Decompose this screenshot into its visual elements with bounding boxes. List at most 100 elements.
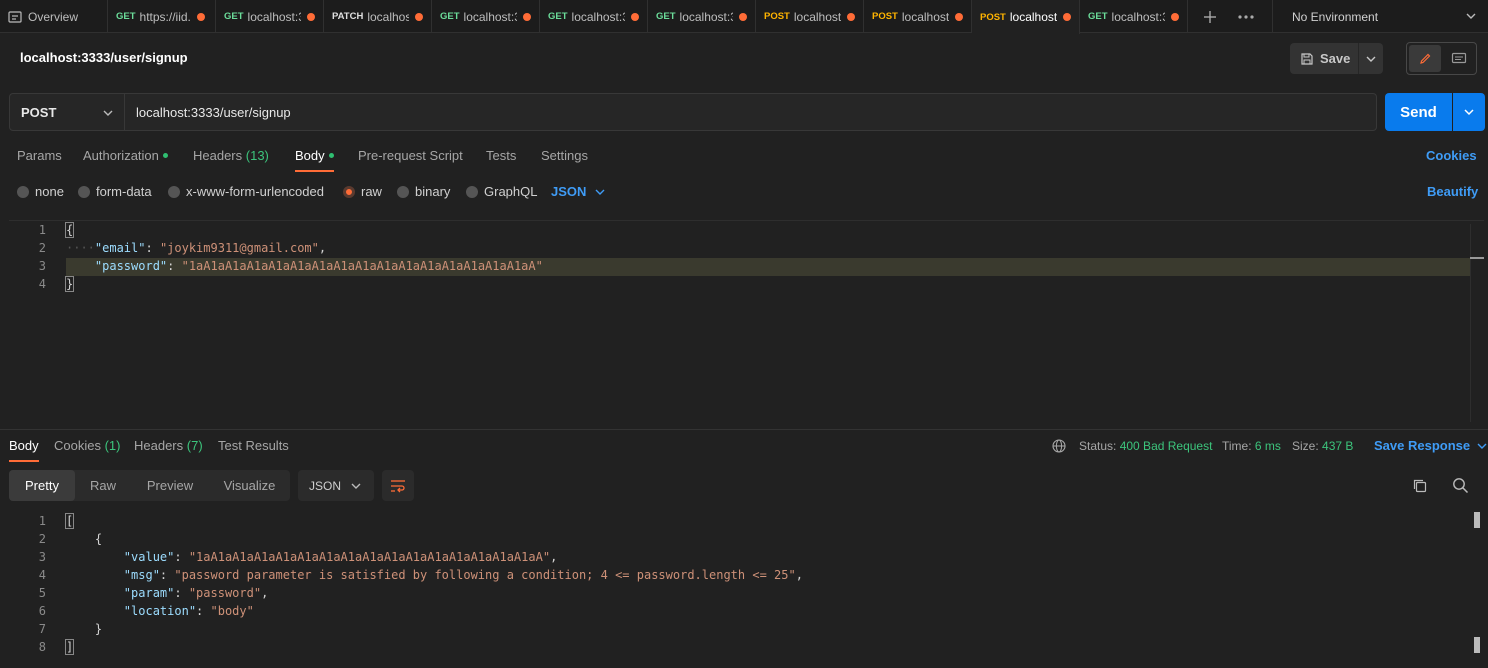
cookies-link[interactable]: Cookies — [1426, 148, 1477, 163]
radio-x-www-form-urlencoded[interactable]: x-www-form-urlencoded — [168, 184, 324, 199]
save-button[interactable]: Save — [1290, 43, 1358, 74]
json-key: "msg" — [123, 568, 160, 582]
radio-circle — [17, 185, 29, 198]
view-preview-button[interactable]: Preview — [131, 470, 209, 501]
radio-binary[interactable]: binary — [397, 184, 450, 199]
tab-request-active[interactable]: POST localhost — [972, 0, 1080, 34]
unsaved-dot-icon — [739, 12, 747, 21]
comments-mode-button[interactable] — [1444, 45, 1474, 72]
chevron-down-icon — [1366, 56, 1376, 62]
send-button[interactable]: Send — [1385, 93, 1452, 131]
wrap-lines-button[interactable] — [382, 470, 414, 501]
pane-splitter[interactable] — [0, 429, 1488, 430]
radio-form-data[interactable]: form-data — [78, 184, 152, 199]
tab-request[interactable]: GET https://iid. — [108, 0, 216, 33]
url-input[interactable] — [125, 93, 1377, 131]
active-tab-indicator — [295, 170, 334, 172]
method-selector[interactable]: POST — [9, 93, 125, 131]
tab-request[interactable]: POST localhost — [756, 0, 864, 33]
tab-tests[interactable]: Tests — [486, 148, 516, 163]
json-key: "value" — [123, 550, 175, 564]
save-response-label: Save Response — [1374, 438, 1471, 453]
radio-raw[interactable]: raw — [343, 184, 382, 199]
json-key: "password" — [94, 259, 168, 273]
search-icon[interactable] — [1452, 477, 1469, 494]
tab-params[interactable]: Params — [17, 148, 62, 163]
response-format-selector[interactable]: JSON — [298, 470, 374, 501]
unsaved-dot-icon — [196, 12, 205, 21]
response-tab-test-results[interactable]: Test Results — [218, 438, 289, 453]
json-value: "password parameter is satisfied by foll… — [174, 568, 796, 582]
new-tab-plus-icon[interactable] — [1196, 0, 1224, 33]
code-brace: { — [64, 222, 75, 238]
tab-request[interactable]: PATCH localhos — [324, 0, 432, 33]
chevron-down-icon — [1466, 13, 1476, 19]
tab-request[interactable]: GET localhost:3 — [1080, 0, 1188, 33]
json-key: "location" — [123, 604, 197, 618]
tab-request[interactable]: POST localhost — [864, 0, 972, 33]
response-tab-body[interactable]: Body — [9, 438, 39, 453]
pencil-icon — [1420, 53, 1431, 64]
view-pretty-button[interactable]: Pretty — [9, 470, 75, 501]
tab-method: POST — [872, 11, 898, 22]
response-tab-cookies[interactable]: Cookies (1) — [54, 438, 120, 453]
headers-count: (7) — [186, 438, 203, 453]
tab-method: POST — [764, 11, 790, 22]
method-label: POST — [21, 104, 57, 120]
copy-icon[interactable] — [1412, 478, 1428, 494]
tab-request[interactable]: GET localhost:3 — [216, 0, 324, 33]
edit-mode-button[interactable] — [1409, 45, 1441, 72]
tab-body[interactable]: Body — [295, 148, 334, 163]
radio-label: none — [35, 184, 64, 199]
tab-request[interactable]: GET localhost:3 — [540, 0, 648, 33]
more-tabs-ellipsis-icon[interactable] — [1232, 0, 1260, 33]
save-options-button[interactable] — [1358, 43, 1383, 74]
line-number: 7 — [38, 622, 46, 636]
tab-request[interactable]: GET localhost:3 — [432, 0, 540, 33]
response-time[interactable]: Time: 6 ms — [1222, 439, 1281, 453]
radio-label: form-data — [96, 184, 152, 199]
response-scrollbar-thumb[interactable] — [1474, 637, 1480, 653]
response-size[interactable]: Size: 437 B — [1292, 439, 1353, 453]
code-line: } — [66, 622, 102, 636]
beautify-link[interactable]: Beautify — [1427, 184, 1478, 199]
request-title[interactable]: localhost:3333/user/signup — [20, 50, 188, 65]
unsaved-dot-icon — [415, 12, 423, 21]
response-scrollbar-thumb[interactable] — [1474, 512, 1480, 528]
send-options-button[interactable] — [1453, 93, 1485, 131]
format-label: JSON — [309, 478, 342, 493]
tab-label: Cookies — [54, 438, 101, 453]
view-visualize-button[interactable]: Visualize — [209, 470, 290, 501]
tab-method: GET — [116, 11, 136, 22]
unsaved-dot-icon — [1171, 12, 1179, 21]
radio-none[interactable]: none — [17, 184, 64, 199]
save-icon — [1301, 52, 1313, 65]
tab-headers[interactable]: Headers (13) — [193, 148, 269, 163]
code-line: } — [64, 276, 75, 292]
body-language-selector[interactable]: JSON — [551, 184, 606, 199]
line-number: 6 — [38, 604, 46, 618]
environment-selector[interactable]: No Environment — [1272, 0, 1488, 33]
save-response-button[interactable]: Save Response — [1374, 438, 1488, 453]
radio-circle — [466, 185, 478, 198]
radio-graphql[interactable]: GraphQL — [466, 184, 537, 199]
view-raw-button[interactable]: Raw — [75, 470, 131, 501]
unsaved-dot-icon — [631, 12, 639, 21]
tab-prerequest-script[interactable]: Pre-request Script — [358, 148, 463, 163]
radio-circle-selected — [343, 185, 355, 198]
tab-label: Overview — [28, 9, 79, 24]
json-value: "password" — [188, 586, 262, 600]
tab-label: localhost:3 — [1111, 9, 1165, 24]
globe-icon[interactable] — [1052, 439, 1066, 453]
response-tab-headers[interactable]: Headers (7) — [134, 438, 203, 453]
tab-overview[interactable]: Overview — [0, 0, 108, 33]
tab-label: localhost — [901, 9, 949, 24]
response-status[interactable]: Status: 400 Bad Request — [1079, 439, 1212, 453]
tab-request[interactable]: GET localhost:3 — [648, 0, 756, 33]
request-editor-scrollbar[interactable] — [1470, 224, 1484, 422]
tab-authorization[interactable]: Authorization — [83, 148, 168, 163]
size-value: 437 B — [1322, 439, 1354, 453]
line-number: 4 — [38, 277, 46, 291]
cookies-count: (1) — [104, 438, 121, 453]
tab-settings[interactable]: Settings — [541, 148, 588, 163]
